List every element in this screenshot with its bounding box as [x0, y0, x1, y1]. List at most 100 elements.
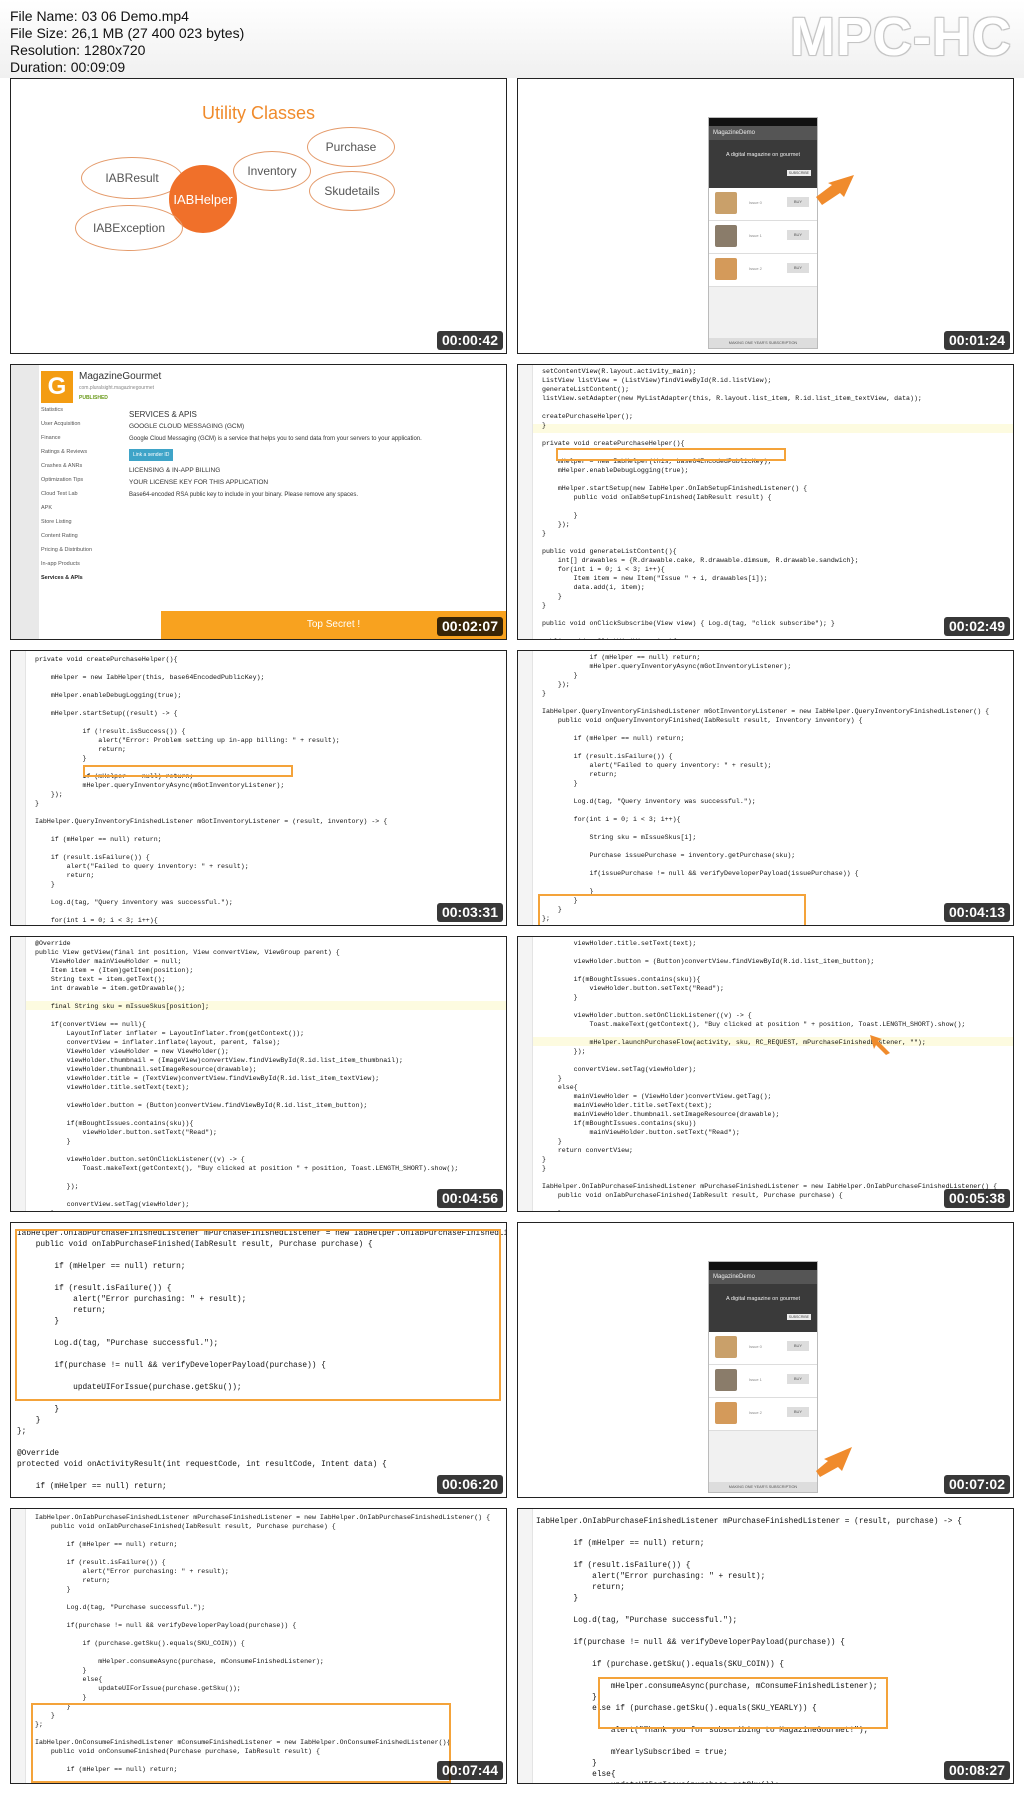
thumbnail-12[interactable]: IabHelper.OnIabPurchaseFinishedListener …	[517, 1508, 1014, 1784]
thumbnail-11[interactable]: IabHelper.OnIabPurchaseFinishedListener …	[10, 1508, 507, 1784]
menu-item-active[interactable]: Services & APIs	[41, 571, 123, 585]
list-item: Issue 1 BUY	[709, 221, 817, 254]
menu-item[interactable]: Pricing & Distribution	[41, 543, 123, 557]
duration: Duration: 00:09:09	[10, 59, 126, 75]
subscription-footer: MAKING ONE YEAR'S SUBSCRIPTION	[709, 338, 817, 348]
code-line: if(mBoughtIssues.contains(sku)){	[35, 1120, 194, 1127]
file-name: File Name: 03 06 Demo.mp4	[10, 8, 189, 24]
file-metadata: File Name: 03 06 Demo.mp4 File Size: 26,…	[10, 8, 244, 76]
resolution: Resolution: 1280x720	[10, 42, 146, 58]
gcm-title: GOOGLE CLOUD MESSAGING (GCM)	[129, 423, 245, 430]
code-line: if (purchase.getSku().equals(SKU_COIN)) …	[35, 1640, 245, 1647]
editor-gutter	[518, 1509, 533, 1783]
subscribe-button[interactable]: SUBSCRIBE	[786, 170, 811, 176]
code-line: if (result.isFailure()) {	[542, 753, 673, 760]
thumbnail-7[interactable]: @Override public View getView(final int p…	[10, 936, 507, 1212]
code-line: }	[542, 512, 578, 519]
thumbnail-10[interactable]: MagazineDemo A digital magazine on gourm…	[517, 1222, 1014, 1498]
menu-item[interactable]: User Acquisition	[41, 417, 123, 431]
app-icon: G	[41, 371, 73, 403]
menu-item[interactable]: Store Listing	[41, 515, 123, 529]
buy-button[interactable]: BUY	[787, 1407, 809, 1417]
code-line: }	[35, 881, 55, 888]
thumbnail-3[interactable]: G MagazineGourmet com.pluralsight.magazi…	[10, 364, 507, 640]
code-line: IabHelper.OnIabPurchaseFinishedListener …	[536, 1518, 962, 1526]
highlight-box	[538, 894, 806, 925]
billing-title: LICENSING & IN-APP BILLING	[129, 467, 221, 474]
menu-item[interactable]: Optimization Tips	[41, 473, 123, 487]
code-line: mYearlySubscribed = true;	[536, 1749, 728, 1757]
thumbnail-5[interactable]: private void createPurchaseHelper(){ mHe…	[10, 650, 507, 926]
menu-item[interactable]: APK	[41, 501, 123, 515]
code-line: @Override	[17, 1450, 60, 1458]
thumbnail-8[interactable]: viewHolder.title.setText(text); viewHold…	[517, 936, 1014, 1212]
node-inventory: Inventory	[233, 151, 311, 191]
code-line: }	[35, 755, 87, 762]
timestamp: 00:04:13	[943, 903, 1010, 922]
console-menu: Statistics User Acquisition Finance Rati…	[41, 403, 123, 585]
editor-gutter	[518, 651, 533, 925]
package-name: com.pluralsight.magazinegourmet	[79, 385, 155, 391]
buy-button[interactable]: BUY	[787, 1341, 809, 1351]
issue-thumbnail	[715, 1402, 737, 1424]
menu-item[interactable]: Statistics	[41, 403, 123, 417]
buy-button[interactable]: BUY	[787, 230, 809, 240]
issue-thumbnail	[715, 225, 737, 247]
code-line: mHelper.enableDebugLogging(true);	[35, 692, 182, 699]
menu-item[interactable]: Ratings & Reviews	[41, 445, 123, 459]
link-sender-button[interactable]: Link a sender ID	[129, 449, 174, 461]
menu-item[interactable]: Content Rating	[41, 529, 123, 543]
highlight-box	[598, 1677, 888, 1729]
code-line: }	[35, 1209, 458, 1211]
buy-button[interactable]: BUY	[787, 197, 809, 207]
menu-item[interactable]: In-app Products	[41, 557, 123, 571]
code-line: if (result.isFailure()) {	[35, 1559, 166, 1566]
code-line: }	[17, 1417, 41, 1425]
menu-item[interactable]: Crashes & ANRs	[41, 459, 123, 473]
thumbnail-1[interactable]: Utility Classes IABResult IABHelper Inve…	[10, 78, 507, 354]
code-line: if (mHelper == null) return;	[542, 654, 701, 661]
menu-item[interactable]: Cloud Test Lab	[41, 487, 123, 501]
buy-button[interactable]: BUY	[787, 263, 809, 273]
menu-item[interactable]: Finance	[41, 431, 123, 445]
subscribe-button[interactable]: SUBSCRIBE	[786, 1314, 811, 1320]
buy-button[interactable]: BUY	[787, 1374, 809, 1384]
code-line: IabHelper.QueryInventoryFinishedListener…	[542, 708, 990, 715]
thumbnail-9[interactable]: IabHelper.OnIabPurchaseFinishedListener …	[10, 1222, 507, 1498]
thumbnail-2[interactable]: MagazineDemo A digital magazine on gourm…	[517, 78, 1014, 354]
node-purchase: Purchase	[307, 127, 395, 167]
code-line: Purchase issuePurchase = inventory.getPu…	[542, 852, 796, 859]
issue-thumbnail	[715, 1369, 737, 1391]
thumbnail-6[interactable]: if (mHelper == null) return; mHelper.que…	[517, 650, 1014, 926]
code-block: private void createPurchaseHelper(){ mHe…	[35, 655, 387, 925]
code-line: }	[35, 1138, 71, 1145]
code-line: for(int i = 0; i < 3; i++){	[35, 917, 158, 924]
code-line: viewHolder.button.setOnClickListener((v)…	[542, 1012, 752, 1019]
code-line: mHelper.consumeAsync(purchase, mConsumeF…	[35, 1658, 324, 1665]
highlight-box	[31, 1703, 451, 1783]
timestamp: 00:08:27	[943, 1761, 1010, 1780]
code-line: if (!result.isSuccess()) {	[35, 728, 186, 735]
code-block: if (mHelper == null) return; mHelper.que…	[542, 653, 990, 925]
editor-gutter	[11, 651, 26, 925]
list-item: Issue 0 BUY	[709, 1332, 817, 1365]
thumbnail-4[interactable]: setContentView(R.layout.activity_main); L…	[517, 364, 1014, 640]
gcm-text: Google Cloud Messaging (GCM) is a servic…	[129, 436, 422, 442]
code-line: if(purchase != null && verifyDeveloperPa…	[536, 1639, 845, 1647]
license-title: YOUR LICENSE KEY FOR THIS APPLICATION	[129, 479, 269, 486]
